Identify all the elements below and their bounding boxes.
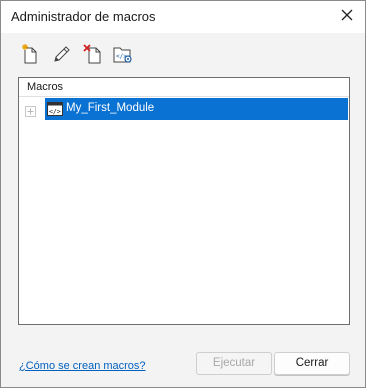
close-button[interactable]: Cerrar <box>274 352 350 375</box>
tree-header: Macros <box>19 78 349 97</box>
module-properties-icon[interactable]: </> <box>112 43 134 65</box>
help-link[interactable]: ¿Cómo se crean macros? <box>19 360 146 372</box>
edit-pencil-icon[interactable] <box>51 43 73 65</box>
module-label: My_First_Module <box>66 102 155 114</box>
close-icon[interactable] <box>339 7 355 23</box>
svg-text:</>: </> <box>49 108 61 116</box>
tree-header-label: Macros <box>27 81 64 93</box>
macro-manager-dialog: Administrador de macros </> Macros </> M… <box>0 0 366 388</box>
delete-module-icon[interactable] <box>82 43 104 65</box>
new-module-icon[interactable] <box>19 43 41 65</box>
tree-item-module[interactable]: </> My_First_Module <box>45 98 348 120</box>
code-module-icon: </> <box>47 102 63 116</box>
dialog-title: Administrador de macros <box>11 9 156 24</box>
run-button[interactable]: Ejecutar <box>196 352 272 375</box>
expand-icon[interactable] <box>25 104 36 117</box>
macro-tree[interactable]: Macros </> My_First_Module <box>18 77 350 325</box>
title-bar: Administrador de macros <box>1 1 365 33</box>
